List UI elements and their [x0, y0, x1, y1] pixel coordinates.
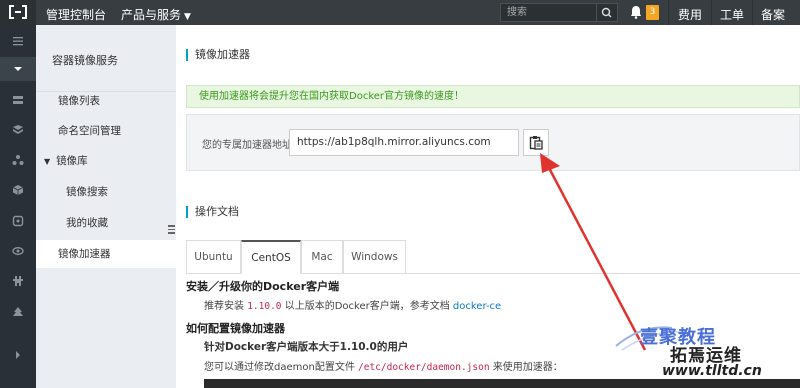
menu-item-label: 镜像库 — [56, 155, 88, 167]
sidebar-toggle[interactable] — [0, 29, 36, 53]
menu-icon — [13, 37, 23, 46]
clipboard-icon — [529, 136, 543, 150]
menu-collapse-handle[interactable] — [166, 222, 176, 236]
accelerator-section-title: 镜像加速器 — [186, 49, 250, 61]
config-subheading: 针对Docker客户端版本大于1.10.0的用户 — [204, 341, 409, 353]
os-tabs: Ubuntu CentOS Mac Windows — [186, 240, 800, 274]
chevron-down-icon: ▼ — [184, 12, 191, 22]
network-icon — [12, 155, 24, 165]
install-text-b: 以上版本的Docker客户端，参考文档 — [284, 301, 450, 312]
menu-item-image-search[interactable]: 镜像搜索 — [36, 178, 176, 206]
install-text: 推荐安装 1.10.0 以上版本的Docker客户端，参考文档 docker-c… — [204, 297, 501, 312]
menu-item-favorites[interactable]: 我的收藏 — [36, 209, 176, 237]
sidebar-item-network[interactable] — [0, 148, 36, 172]
docker-ce-link[interactable]: docker-ce — [453, 301, 501, 312]
install-text-a: 推荐安装 — [204, 301, 244, 312]
divider — [711, 0, 712, 25]
menu-item-namespaces[interactable]: 命名空间管理 — [36, 117, 176, 145]
config-heading: 如何配置镜像加速器 — [186, 322, 285, 335]
install-heading: 安装／升级你的Docker客户端 — [186, 280, 340, 293]
menu-item-repositories[interactable]: ▼ 镜像库 — [36, 147, 176, 175]
search-icon — [601, 7, 612, 18]
server-icon — [13, 96, 23, 104]
tab-centos[interactable]: CentOS — [241, 240, 301, 274]
sidebar-item-tools[interactable] — [0, 269, 36, 293]
nav-billing[interactable]: 费用 — [678, 6, 702, 23]
code-block — [204, 379, 800, 388]
search-input[interactable] — [507, 5, 595, 20]
eye-icon — [12, 247, 24, 255]
sidebar-expand-button[interactable] — [0, 343, 36, 367]
shield-icon — [12, 215, 24, 227]
notification-count-badge[interactable]: 3 — [646, 5, 659, 20]
config-text-a: 您可以通过修改daemon配置文件 — [204, 362, 355, 373]
search-button[interactable] — [596, 4, 617, 21]
tab-windows[interactable]: Windows — [343, 240, 406, 273]
bell-icon[interactable] — [630, 5, 642, 19]
divider — [668, 0, 669, 25]
puzzle-icon — [13, 276, 23, 286]
sidebar-item-cube[interactable] — [0, 178, 36, 202]
sidebar-item-monitor[interactable] — [0, 239, 36, 263]
config-text-b: 来使用加速器： — [492, 362, 563, 373]
sidebar-collapse-button[interactable] — [0, 57, 36, 81]
tab-ubuntu[interactable]: Ubuntu — [186, 240, 241, 273]
config-text: 您可以通过修改daemon配置文件 /etc/docker/daemon.jso… — [204, 358, 563, 373]
address-label: 您的专属加速器地址 — [202, 140, 292, 151]
main-content: 镜像加速器 使用加速器将会提升您在国内获取Docker官方镜像的速度！ 您的专属… — [176, 25, 800, 388]
accelerator-address-panel: 您的专属加速器地址 https://ab1p8qlh.mirror.aliyun… — [186, 114, 800, 171]
top-navigation-bar: 管理控制台 产品与服务▼ 3 费用 工单 备案 — [0, 0, 800, 25]
database-icon — [13, 125, 23, 134]
menu-title: 容器镜像服务 — [52, 54, 118, 67]
tree-icon — [13, 307, 23, 316]
cube-icon — [12, 185, 24, 195]
product-icon-sidebar — [0, 25, 36, 388]
copy-button[interactable] — [523, 129, 549, 156]
accelerator-address-field[interactable]: https://ab1p8qlh.mirror.aliyuncs.com — [289, 129, 519, 156]
container-registry-menu: 容器镜像服务 镜像列表 命名空间管理 ▼ 镜像库 镜像搜索 我的收藏 镜像加速器 — [36, 25, 176, 388]
products-label: 产品与服务 — [121, 8, 182, 22]
console-link[interactable]: 管理控制台 — [46, 6, 106, 23]
chevron-right-icon — [16, 351, 20, 359]
logo-icon — [9, 5, 27, 19]
search-box — [500, 3, 618, 22]
products-menu[interactable]: 产品与服务 ▼ — [121, 6, 191, 23]
docs-section-title: 操作文档 — [186, 206, 239, 218]
install-version-code: 1.10.0 — [247, 301, 282, 312]
nav-icp-filing[interactable]: 备案 — [761, 6, 785, 23]
nav-tickets[interactable]: 工单 — [720, 6, 744, 23]
menu-item-accelerator[interactable]: 镜像加速器 — [36, 240, 176, 268]
info-notice: 使用加速器将会提升您在国内获取Docker官方镜像的速度！ — [186, 85, 800, 108]
tab-mac[interactable]: Mac — [301, 240, 343, 273]
sidebar-item-tree[interactable] — [0, 300, 36, 324]
aliyun-logo[interactable] — [0, 0, 36, 25]
sidebar-item-database[interactable] — [0, 118, 36, 142]
menu-item-image-list[interactable]: 镜像列表 — [36, 87, 176, 115]
sidebar-item-servers[interactable] — [0, 88, 36, 112]
divider — [752, 0, 753, 25]
caret-down-icon: ▼ — [44, 157, 51, 166]
caret-down-icon — [14, 67, 22, 71]
daemon-json-path: /etc/docker/daemon.json — [358, 362, 490, 373]
sidebar-item-security[interactable] — [0, 209, 36, 233]
